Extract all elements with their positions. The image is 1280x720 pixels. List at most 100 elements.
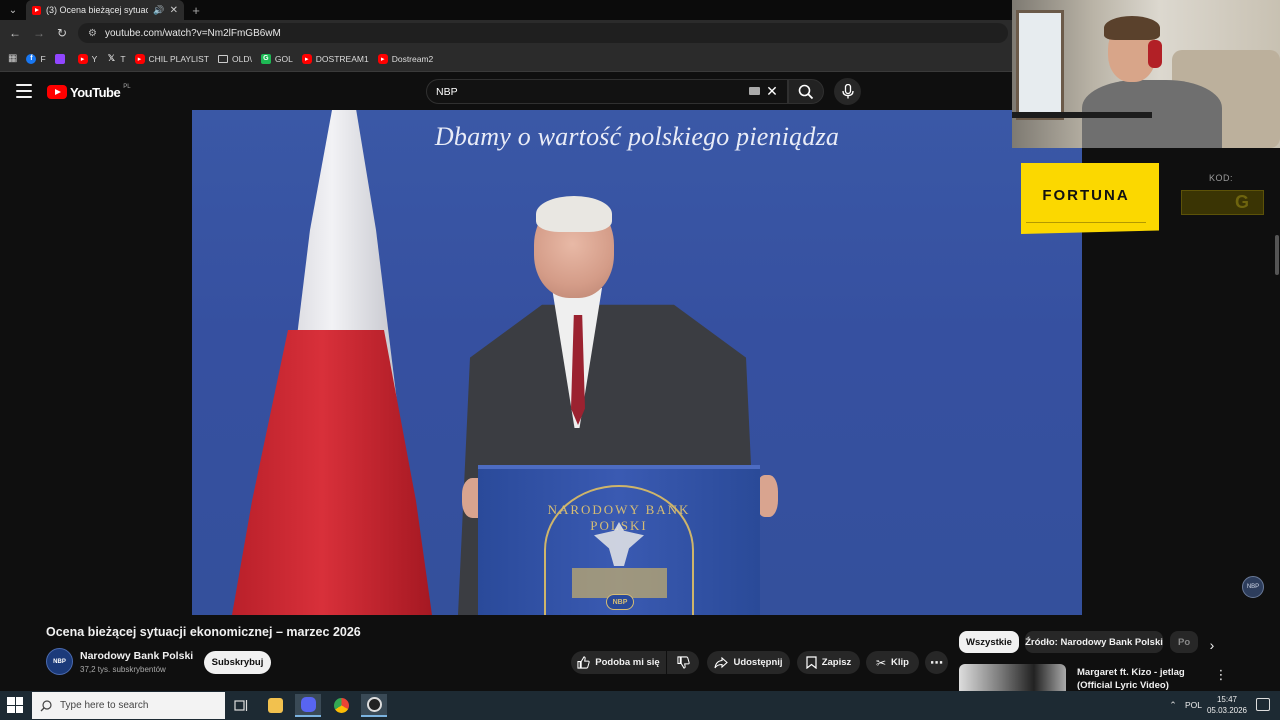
video-player[interactable]: Dbamy o wartość polskiego pieniądza NARO… [192,110,1082,615]
promo-code-box: G [1181,190,1264,215]
subscribe-button[interactable]: Subskrybuj [204,651,271,674]
x-icon: 𝕏 [107,53,115,63]
taskbar-clock[interactable]: 15:47 05.03.2026 [1206,694,1248,716]
microphone-icon [841,84,854,99]
channel-avatar[interactable]: NBP [46,648,73,675]
youtube-icon: ▸ [134,53,145,64]
bookmark-dostream1[interactable]: ▸ DOSTREAM1 [301,53,369,64]
webcam-overlay [1012,0,1280,148]
like-label: Podoba mi się [595,657,660,668]
bookmark-youtube[interactable]: ▸ Y [77,53,97,64]
webcam-window [1016,10,1064,120]
tray-chevron-up-icon[interactable]: ⌃ [1167,699,1179,711]
bookmark-gol[interactable]: G GOL [260,53,293,64]
save-button[interactable]: Zapisz [797,651,860,674]
page-scrollbar-thumb[interactable] [1275,235,1279,275]
video-title: Ocena bieżącej sytuacji ekonomicznej – m… [46,625,361,639]
bookmark-icon [806,656,817,669]
folder-icon [267,698,283,713]
youtube-favicon-icon [32,5,41,15]
share-label: Udostępnij [733,657,783,668]
back-arrow-icon[interactable]: ← [6,24,24,42]
keyboard-icon[interactable] [749,87,760,95]
input-language[interactable]: POL [1185,700,1202,710]
clip-button[interactable]: ✂ Klip [866,651,919,674]
tab-title: (3) Ocena bieżącej sytuacji [46,5,149,15]
browser-tab-active[interactable]: (3) Ocena bieżącej sytuacji 🔊 ✕ [26,0,184,20]
channel-watermark[interactable]: NBP [1242,576,1264,598]
task-view-button[interactable] [228,694,254,717]
scissors-icon: ✂ [875,655,887,670]
chevron-right-icon[interactable]: › [1202,636,1222,654]
polish-flag-red [232,330,432,615]
clip-label: Klip [891,657,909,668]
youtube-logo[interactable]: YouTube PL [47,84,131,100]
taskbar-search-placeholder: Type here to search [60,700,149,711]
bookmark-dostream2[interactable]: ▸ Dostream2 [377,53,433,64]
search-icon [40,699,52,711]
hamburger-menu-icon[interactable] [16,84,32,98]
search-input[interactable]: NBP [426,79,788,104]
channel-subscribers: 37,2 tys. subskrybentów [80,665,166,674]
taskbar-search-input[interactable]: Type here to search [32,692,225,719]
youtube-icon: ▸ [377,53,388,64]
bookmark-twitch[interactable] [54,53,69,64]
speaker-hair [536,196,612,232]
headset-icon [1148,40,1162,68]
search-button[interactable] [788,79,824,104]
channel-name[interactable]: Narodowy Bank Polski [80,650,193,662]
taskbar-discord[interactable] [295,694,321,717]
promo-code-value: G [1234,192,1249,212]
tab-search-chevron-icon[interactable]: ⌄ [4,2,22,18]
search-input-value: NBP [436,85,458,98]
country-code: PL [123,84,131,90]
dislike-button[interactable] [667,651,699,674]
task-view-icon [233,700,247,711]
video-banner-text: Dbamy o wartość polskiego pieniądza [434,122,840,151]
bookmark-x[interactable]: 𝕏T [106,53,126,64]
more-actions-button[interactable]: ⋯ [925,651,948,674]
youtube-icon: ▸ [301,53,312,64]
share-button[interactable]: Udostępnij [707,651,790,674]
taskbar-obs[interactable] [361,694,387,717]
recommendation-thumbnail[interactable] [959,664,1066,692]
taskbar-chrome[interactable] [328,694,354,717]
recommendation-title[interactable]: Margaret ft. Kizo - jetlag (Official Lyr… [1077,666,1207,692]
taskbar-file-explorer[interactable] [262,694,288,717]
bookmark-old-folder[interactable]: OLD\ [218,54,252,64]
bookmark-chil-playlist[interactable]: ▸ CHIL PLAYLIST [134,53,209,64]
chip-source-channel[interactable]: Źródło: Narodowy Bank Polski [1025,631,1163,653]
clock-date: 05.03.2026 [1206,706,1248,715]
reload-icon[interactable]: ↻ [53,24,71,42]
recommendation-more-icon[interactable]: ⋮ [1214,666,1228,684]
save-label: Zapisz [821,657,852,668]
thumbs-up-icon [577,656,590,669]
new-tab-plus-icon[interactable]: + [189,0,203,20]
clear-search-icon[interactable]: ✕ [765,82,779,100]
webcam-person-hair [1104,16,1160,40]
voice-search-button[interactable] [834,78,861,105]
fortuna-logo-text: FORTUNA [1042,187,1130,204]
lectern-badge: NBP [606,594,634,610]
like-button[interactable]: Podoba mi się [571,651,666,674]
tab-close-icon[interactable]: ✕ [170,5,178,16]
chip-all[interactable]: Wszystkie [959,631,1019,653]
address-bar[interactable]: ⚙ youtube.com/watch?v=Nm2lFmGB6wM [78,23,1008,43]
youtube-logo-text: YouTube [70,84,121,100]
share-arrow-icon [714,656,729,668]
speaker-icon[interactable]: 🔊 [153,5,164,16]
promo-code-label: KOD: [1208,173,1233,183]
obs-icon [366,697,382,712]
youtube-icon: ▸ [77,53,88,64]
windows-start-icon[interactable] [7,697,23,713]
forward-arrow-icon[interactable]: → [30,24,48,42]
bookmark-facebook[interactable]: fF [26,53,46,64]
chip-related[interactable]: Po [1170,631,1198,653]
apps-grid-icon[interactable]: ▦ [8,53,17,64]
facebook-icon: f [26,53,37,64]
notification-center-icon[interactable] [1256,698,1270,711]
address-url: youtube.com/watch?v=Nm2lFmGB6wM [104,27,281,39]
bookmarks-bar: ▦ fF ▸ Y 𝕏T ▸ CHIL PLAYLIST OLD\ G GOL ▸ DOS… [0,46,1012,72]
site-info-icon[interactable]: ⚙ [88,28,97,39]
folder-icon [218,54,228,63]
